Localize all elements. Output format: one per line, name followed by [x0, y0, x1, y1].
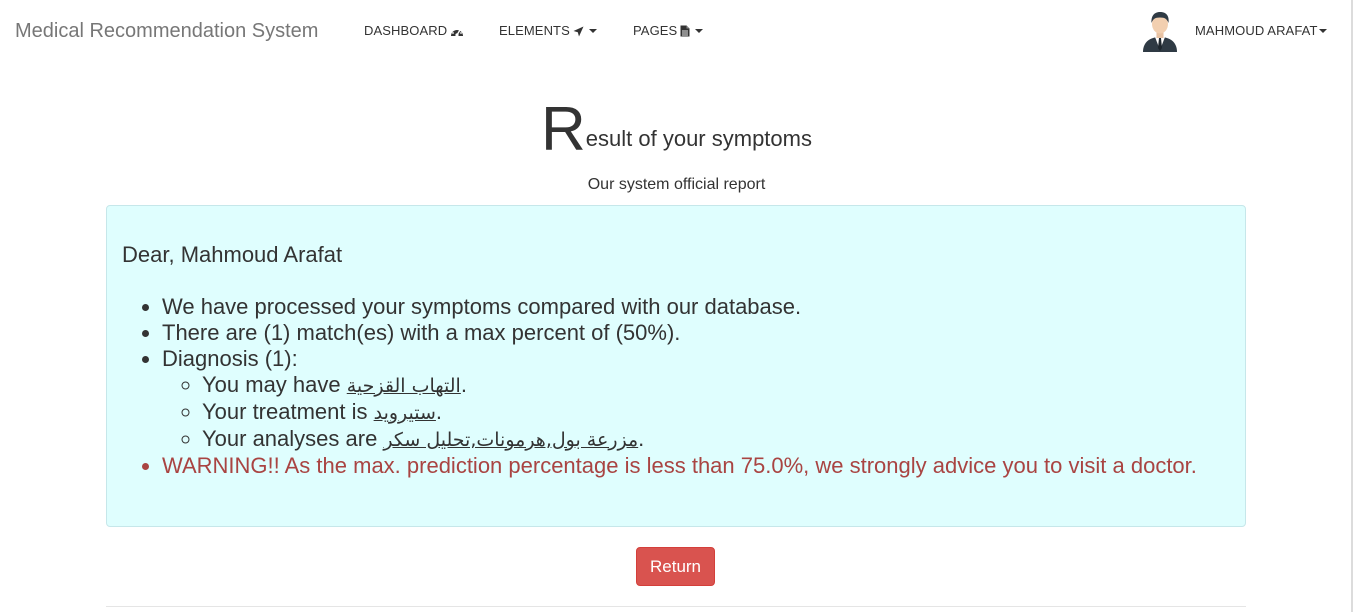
diagnosis-disease-item: You may have التهاب القزحية. [202, 372, 1232, 399]
user-avatar-icon[interactable] [1141, 10, 1179, 52]
analyses-names: مزرعة بول,هرمونات,تحليل سكر [383, 429, 639, 451]
page-title-initial: R [541, 95, 586, 164]
file-icon [680, 25, 690, 41]
nav-pages-label: PAGES [633, 23, 678, 38]
page-title: Result of your symptoms [0, 99, 1353, 169]
brand-title[interactable]: Medical Recommendation System [15, 19, 318, 43]
list-item: There are (1) match(es) with a max perce… [162, 320, 1232, 346]
diagnosis-analyses-item: Your analyses are مزرعة بول,هرمونات,تحلي… [202, 426, 1232, 453]
nav-pages-dropdown[interactable]: PAGES [633, 23, 704, 41]
treatment-name: ستيرويد [373, 402, 436, 424]
treatment-prefix: Your treatment is [202, 399, 374, 424]
period: . [435, 399, 443, 424]
page-subtitle: Our system official report [587, 176, 766, 193]
navbar: Medical Recommendation System DASHBOARD … [0, 0, 1353, 62]
user-menu-dropdown[interactable]: MAHMOUD ARAFAT [1195, 23, 1327, 39]
period: . [638, 426, 645, 451]
user-name: MAHMOUD ARAFAT [1195, 23, 1318, 38]
return-button[interactable]: Return [636, 547, 715, 586]
divider [106, 606, 1246, 607]
diagnosis-list: You may have التهاب القزحية. Your treatm… [162, 372, 1232, 453]
chevron-down-icon [1318, 29, 1327, 33]
dashboard-icon [450, 25, 464, 41]
list-item: Diagnosis (1): You may have التهاب القزح… [162, 346, 1232, 453]
diagnosis-treatment-item: Your treatment is ستيرويد. [202, 399, 1232, 426]
diagnosis-heading: Diagnosis (1): [162, 346, 298, 371]
chevron-down-icon [695, 29, 704, 33]
chevron-down-icon [588, 29, 597, 33]
disease-name: التهاب القزحية [346, 375, 461, 397]
warning-message: WARNING!! As the max. prediction percent… [162, 453, 1232, 479]
report-greeting: Dear, Mahmoud Arafat [122, 242, 343, 267]
send-icon [573, 25, 584, 41]
nav-dashboard-label: DASHBOARD [364, 23, 448, 38]
report-list: We have processed your symptoms compared… [162, 294, 1232, 479]
analyses-prefix: Your analyses are [202, 426, 384, 451]
nav-elements-dropdown[interactable]: ELEMENTS [499, 23, 597, 41]
report-panel: Dear, Mahmoud Arafat We have processed y… [106, 205, 1246, 527]
list-item: We have processed your symptoms compared… [162, 294, 1232, 320]
nav-elements-label: ELEMENTS [499, 23, 570, 38]
page-title-rest: esult of your symptoms [585, 126, 812, 151]
nav-dashboard[interactable]: DASHBOARD [364, 23, 464, 41]
disease-prefix: You may have [202, 372, 347, 397]
period: . [460, 372, 467, 397]
